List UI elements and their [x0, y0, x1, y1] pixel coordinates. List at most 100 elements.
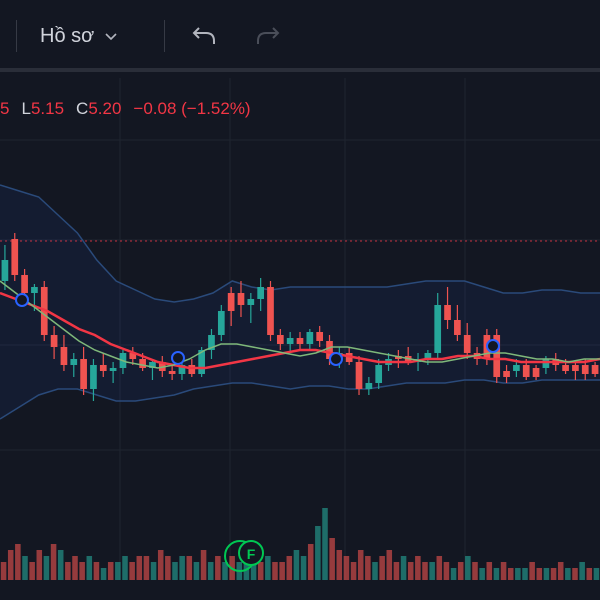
volume-bar	[157, 550, 164, 580]
volume-bar	[422, 562, 428, 580]
volume-bar	[465, 556, 471, 580]
volume-bar	[529, 562, 535, 580]
ma-cross-marker	[171, 351, 185, 365]
volume-bar	[207, 562, 214, 580]
candle-body	[99, 365, 107, 371]
candle-body	[542, 359, 550, 368]
volume-bar	[307, 544, 314, 580]
volume-bar	[400, 556, 407, 580]
volume-bar	[329, 538, 335, 580]
volume-bar	[265, 556, 271, 580]
candle-body	[365, 383, 373, 389]
candle-body	[444, 305, 451, 320]
volume-bar	[493, 568, 500, 580]
volume-bar	[579, 562, 585, 580]
volume-bar	[122, 556, 128, 580]
candle-body	[109, 368, 117, 371]
volume-bar	[257, 562, 264, 580]
volume-bar	[272, 562, 278, 580]
bollinger-band-fill	[0, 185, 600, 419]
candle-body	[286, 338, 294, 344]
candle-body	[296, 338, 304, 344]
candle-body	[80, 359, 87, 389]
volume-bar	[450, 568, 457, 580]
candle-body	[139, 359, 146, 368]
volume-bar	[479, 568, 485, 580]
price-chart[interactable]: F	[0, 0, 600, 600]
prev-value-fragment: 5	[0, 99, 10, 118]
volume-bar	[79, 562, 85, 580]
volume-bar	[22, 556, 28, 580]
candle-body	[257, 287, 264, 299]
candle-body	[276, 335, 284, 344]
candle-body	[522, 365, 530, 377]
volume-bar	[507, 568, 514, 580]
volume-baseline-area	[0, 580, 600, 600]
volume-bar	[550, 568, 557, 580]
volume-bar	[379, 556, 385, 580]
volume-bar	[543, 568, 550, 580]
volume-bar	[93, 562, 100, 580]
volume-bar	[200, 550, 207, 580]
volume-bar	[572, 568, 578, 580]
candle-body	[70, 359, 78, 365]
ma-cross-marker	[15, 293, 29, 307]
volume-bar	[100, 568, 107, 580]
volume-bar	[279, 562, 285, 580]
volume-bar	[393, 562, 400, 580]
candle-body	[31, 287, 38, 293]
candle-body	[355, 362, 363, 389]
candle-body	[454, 320, 461, 335]
volume-bar	[286, 556, 293, 580]
volume-bar	[586, 568, 593, 580]
volume-bar	[72, 556, 78, 580]
volume-bar	[150, 562, 157, 580]
candle-body	[316, 332, 324, 341]
volume-bar	[36, 550, 43, 580]
volume-bar	[336, 550, 343, 580]
volume-bar	[443, 562, 450, 580]
volume-bar	[86, 556, 93, 580]
change-value: −0.08 (−1.52%)	[133, 99, 251, 118]
low-key: L	[21, 99, 31, 118]
volume-bar	[350, 562, 357, 580]
candle-body	[572, 365, 579, 371]
volume-bar	[415, 556, 421, 580]
candle-body	[375, 365, 383, 383]
candle-body	[11, 239, 19, 275]
candle-body	[1, 260, 9, 281]
volume-bar	[343, 556, 350, 580]
volume-bar	[136, 556, 143, 580]
candle-body	[463, 335, 471, 353]
volume-bar	[107, 562, 114, 580]
volume-bar	[500, 562, 507, 580]
volume-bar	[215, 556, 221, 580]
ohlc-legend: 5 L 5.15 C 5.20 −0.08 (−1.52%)	[0, 98, 251, 120]
candle-body	[50, 335, 58, 347]
volume-bar	[115, 562, 121, 580]
volume-bar	[50, 544, 57, 580]
volume-bar	[593, 568, 600, 580]
candle-body	[217, 311, 225, 335]
volume-bar	[129, 562, 135, 580]
volume-bar	[300, 556, 307, 580]
volume-bar	[165, 556, 171, 580]
candle-body	[306, 332, 314, 344]
low-value: 5.15	[30, 99, 65, 118]
candle-body	[532, 368, 540, 377]
close-key: C	[76, 99, 89, 118]
candle-body	[188, 365, 196, 374]
earnings-badge-letter: F	[247, 546, 256, 562]
volume-bar	[472, 562, 478, 580]
volume-bar	[315, 526, 321, 580]
candle-body	[247, 299, 255, 305]
volume-bar	[29, 562, 35, 580]
ma-cross-marker	[329, 352, 343, 366]
volume-bar	[565, 568, 571, 580]
volume-bar	[457, 562, 464, 580]
volume-bar	[322, 508, 328, 580]
volume-bar	[536, 568, 543, 580]
volume-bar	[65, 562, 71, 580]
candle-body	[237, 293, 245, 305]
volume-bar	[43, 556, 50, 580]
